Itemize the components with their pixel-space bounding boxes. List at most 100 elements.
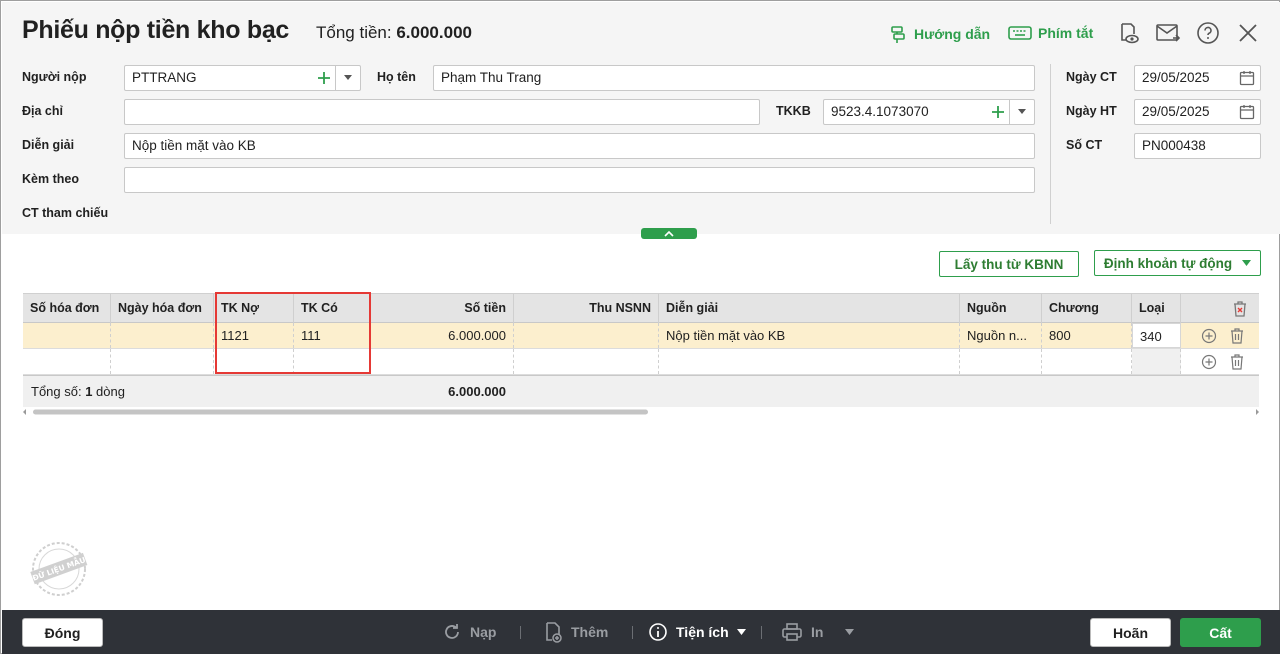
calendar-icon[interactable] <box>1239 70 1255 86</box>
view-icon[interactable] <box>1115 20 1141 46</box>
cell-source[interactable] <box>960 349 1042 374</box>
cell-type[interactable] <box>1132 349 1181 374</box>
table-row[interactable] <box>23 349 1259 375</box>
date-ct-label: Ngày CT <box>1066 70 1117 84</box>
grid-header: Số hóa đơn Ngày hóa đơn TK Nợ TK Có Số t… <box>23 293 1259 323</box>
desc-label: Diễn giải <box>22 138 75 152</box>
header-divider <box>1050 64 1051 224</box>
signpost-icon <box>891 26 905 43</box>
cell-invoice-date[interactable] <box>111 349 214 374</box>
add-document-icon <box>546 622 562 643</box>
horizontal-scrollbar[interactable] <box>23 408 1259 416</box>
sample-data-stamp: ĐỮ LIỆU MẪU <box>30 542 88 596</box>
payer-label: Người nộp <box>22 70 87 84</box>
col-invoice-date[interactable]: Ngày hóa đơn <box>111 294 214 323</box>
close-button[interactable]: Đóng <box>22 618 103 647</box>
form-header: Phiếu nộp tiền kho bạc Tổng tiền: 6.000.… <box>2 2 1280 234</box>
cell-chapter[interactable] <box>1042 349 1132 374</box>
col-chapter[interactable]: Chương <box>1042 294 1132 323</box>
attach-field[interactable] <box>124 167 1035 193</box>
col-invoice-no[interactable]: Số hóa đơn <box>23 294 111 323</box>
cell-type[interactable]: 340 <box>1132 323 1181 348</box>
address-field[interactable] <box>124 99 760 125</box>
attach-label: Kèm theo <box>22 172 79 186</box>
address-label: Địa chỉ <box>22 104 63 118</box>
fetch-kbnn-button[interactable]: Lấy thu từ KBNN <box>939 251 1079 277</box>
cell-amount[interactable]: 6.000.000 <box>370 323 514 348</box>
print-button[interactable]: In <box>781 621 855 643</box>
delete-all-icon[interactable] <box>1232 300 1248 318</box>
add-button[interactable]: Thêm <box>543 621 608 643</box>
tkkb-combo[interactable]: 9523.4.1073070 <box>823 99 1035 125</box>
chevron-down-icon[interactable] <box>1018 109 1026 114</box>
cell-invoice-no[interactable] <box>23 323 111 348</box>
refresh-icon <box>445 624 459 639</box>
cell-chapter[interactable]: 800 <box>1042 323 1132 348</box>
col-source[interactable]: Nguồn <box>960 294 1042 323</box>
cell-invoice-date[interactable] <box>111 323 214 348</box>
col-description[interactable]: Diễn giải <box>659 294 960 323</box>
collapse-header-button[interactable] <box>641 228 697 239</box>
cancel-button[interactable]: Hoãn <box>1090 618 1171 647</box>
plus-icon[interactable] <box>989 103 1007 121</box>
reload-button[interactable]: Nạp <box>442 621 496 643</box>
caret-down-icon <box>1242 260 1252 266</box>
keyboard-icon <box>1008 26 1032 40</box>
payer-combo[interactable]: PTTRANG <box>124 65 361 91</box>
col-type[interactable]: Loại <box>1132 294 1181 323</box>
grid-footer: Tổng số: 1 dòng 6.000.000 <box>23 375 1259 407</box>
name-label: Họ tên <box>377 70 416 84</box>
row-count-summary: Tổng số: 1 dòng <box>31 384 125 399</box>
name-field[interactable]: Phạm Thu Trang <box>433 65 1035 91</box>
caret-down-icon <box>845 629 855 635</box>
toolbar-divider <box>761 626 762 639</box>
combo-divider <box>335 66 336 90</box>
so-ct-field[interactable]: PN000438 <box>1134 133 1261 159</box>
date-ht-label: Ngày HT <box>1066 104 1117 118</box>
calendar-icon[interactable] <box>1239 104 1255 120</box>
toolbar-divider <box>632 626 633 639</box>
date-ht-field[interactable]: 29/05/2025 <box>1134 99 1261 125</box>
bottom-toolbar: Đóng Nạp Thêm Tiện ích In Hoãn Cất <box>2 610 1280 654</box>
save-button[interactable]: Cất <box>1180 618 1261 647</box>
delete-row-icon[interactable] <box>1229 327 1245 345</box>
cell-budget-revenue[interactable] <box>514 323 659 348</box>
so-ct-label: Số CT <box>1066 138 1103 152</box>
guide-link[interactable]: Hướng dẫn <box>888 24 990 44</box>
col-budget-revenue[interactable]: Thu NSNN <box>514 294 659 323</box>
amount-total: 6.000.000 <box>448 384 506 399</box>
cell-amount[interactable] <box>370 349 514 374</box>
help-icon[interactable] <box>1195 20 1221 46</box>
utility-button[interactable]: Tiện ích <box>648 621 746 643</box>
printer-icon <box>782 623 802 641</box>
cell-description[interactable]: Nộp tiền mặt vào KB <box>659 323 960 348</box>
auto-posting-button[interactable]: Định khoản tự động <box>1094 250 1261 276</box>
toolbar-divider <box>520 626 521 639</box>
date-ct-field[interactable]: 29/05/2025 <box>1134 65 1261 91</box>
tkkb-label: TKKB <box>776 104 811 118</box>
caret-down-icon <box>736 629 746 635</box>
cell-budget-revenue[interactable] <box>514 349 659 374</box>
delete-row-icon[interactable] <box>1229 353 1245 371</box>
add-row-icon[interactable] <box>1201 354 1217 370</box>
cell-description[interactable] <box>659 349 960 374</box>
shortcut-link[interactable]: Phím tắt <box>1008 24 1093 42</box>
plus-icon[interactable] <box>315 69 333 87</box>
combo-divider <box>1009 100 1010 124</box>
chevron-down-icon[interactable] <box>344 75 352 80</box>
add-row-icon[interactable] <box>1201 328 1217 344</box>
desc-field[interactable]: Nộp tiền mặt vào KB <box>124 133 1035 159</box>
total-amount: Tổng tiền: 6.000.000 <box>316 23 472 42</box>
ref-label: CT tham chiếu <box>22 206 109 220</box>
chevron-up-icon <box>664 230 674 237</box>
dialog-window: Phiếu nộp tiền kho bạc Tổng tiền: 6.000.… <box>0 0 1280 654</box>
close-icon[interactable] <box>1235 20 1261 46</box>
page-title: Phiếu nộp tiền kho bạc <box>22 16 290 44</box>
cell-invoice-no[interactable] <box>23 349 111 374</box>
col-amount[interactable]: Số tiền <box>370 294 514 323</box>
cell-source[interactable]: Nguồn n... <box>960 323 1042 348</box>
account-columns-highlight <box>215 292 371 374</box>
info-icon <box>649 623 667 641</box>
table-row[interactable]: 1121 111 6.000.000 Nộp tiền mặt vào KB N… <box>23 323 1259 349</box>
mail-icon[interactable] <box>1155 20 1181 46</box>
